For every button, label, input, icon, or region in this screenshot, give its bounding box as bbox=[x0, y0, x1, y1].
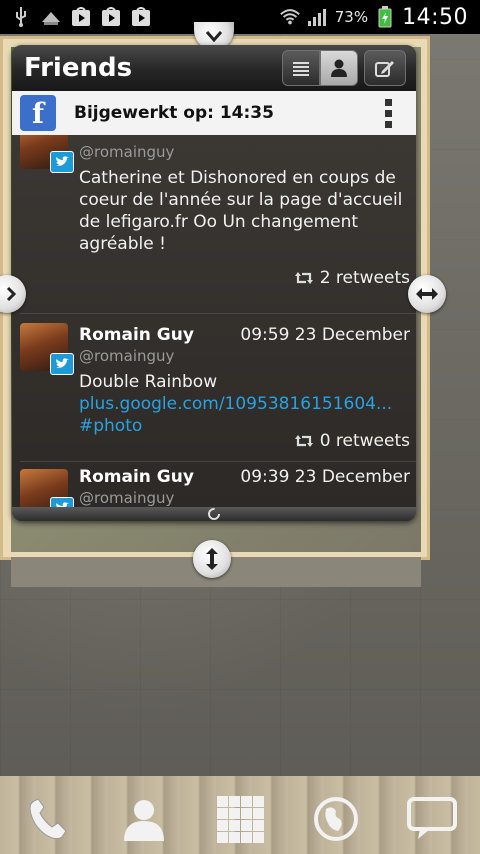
list-view-button[interactable] bbox=[282, 50, 320, 86]
friends-widget[interactable]: Friends f Bijgewerkt op: 14:35 @romaingu… bbox=[12, 45, 416, 521]
retweet-count: 0 retweets bbox=[294, 431, 410, 451]
dock-phone[interactable] bbox=[20, 791, 76, 847]
twitter-badge-icon bbox=[50, 353, 74, 375]
widget-subheader: f Bijgewerkt op: 14:35 bbox=[12, 91, 416, 135]
chevron-down-icon bbox=[205, 31, 223, 43]
dock-contacts[interactable] bbox=[116, 791, 172, 847]
refresh-icon[interactable] bbox=[207, 507, 221, 521]
retweet-icon bbox=[294, 272, 313, 284]
tweet-item[interactable]: Romain Guy 09:39 23 December @romainguy bbox=[12, 463, 416, 507]
compose-icon bbox=[375, 61, 394, 77]
resize-handle-right[interactable] bbox=[408, 275, 446, 313]
usb-icon bbox=[10, 7, 32, 27]
dock-browser[interactable] bbox=[308, 791, 364, 847]
browser-icon bbox=[314, 797, 358, 841]
retweet-label: 0 retweets bbox=[319, 431, 410, 451]
tweet-author-name: Romain Guy bbox=[79, 467, 194, 487]
person-icon bbox=[331, 59, 347, 77]
tweet-item[interactable]: Romain Guy 09:59 23 December @romainguy … bbox=[12, 317, 416, 463]
retweet-icon bbox=[294, 435, 313, 447]
tweet-timestamp: 09:39 23 December bbox=[240, 467, 410, 487]
widget-footer bbox=[12, 507, 416, 521]
app-dock bbox=[0, 784, 480, 854]
play-store-icon bbox=[100, 7, 122, 27]
arrow-left-right-icon bbox=[416, 288, 438, 300]
tweet-text: Double Rainbow plus.google.com/109538161… bbox=[79, 371, 409, 437]
tweet-link[interactable]: plus.google.com/10953816151604... #photo bbox=[79, 394, 392, 436]
list-icon bbox=[293, 62, 309, 76]
compose-button[interactable] bbox=[364, 50, 406, 86]
tweet-feed[interactable]: @romainguy Catherine et Dishonored en co… bbox=[12, 135, 416, 507]
dock-apps[interactable] bbox=[212, 791, 268, 847]
arrow-up-down-icon bbox=[206, 548, 218, 570]
wifi-icon bbox=[279, 7, 301, 27]
twitter-badge-icon bbox=[50, 151, 74, 173]
apps-grid-icon bbox=[217, 796, 264, 843]
tweet-handle: @romainguy bbox=[79, 347, 175, 365]
tweet-handle: @romainguy bbox=[79, 143, 175, 161]
battery-percentage: 73% bbox=[334, 8, 369, 26]
phone-icon bbox=[29, 798, 67, 840]
messaging-icon bbox=[407, 797, 457, 839]
play-store-icon bbox=[70, 7, 92, 27]
upload-icon bbox=[40, 7, 62, 27]
status-clock: 14:50 bbox=[402, 4, 468, 30]
tweet-handle: @romainguy bbox=[79, 489, 175, 507]
contacts-icon bbox=[124, 800, 164, 841]
retweet-count: 2 retweets bbox=[294, 268, 410, 288]
divider bbox=[20, 313, 416, 314]
widget-title: Friends bbox=[24, 53, 133, 83]
twitter-badge-icon bbox=[50, 497, 74, 507]
tweet-text: Catherine et Dishonored en coups de coeu… bbox=[79, 168, 403, 254]
arrow-left-right-icon bbox=[6, 286, 16, 302]
widget-header: Friends bbox=[12, 45, 416, 91]
updated-label: Bijgewerkt op: 14:35 bbox=[74, 103, 274, 123]
retweet-label: 2 retweets bbox=[319, 268, 410, 288]
play-store-icon bbox=[130, 7, 152, 27]
overflow-menu-button[interactable] bbox=[385, 98, 392, 128]
signal-icon bbox=[307, 7, 329, 27]
divider bbox=[20, 461, 416, 462]
tweet-timestamp: 09:59 23 December bbox=[240, 325, 410, 345]
facebook-logo-icon: f bbox=[20, 95, 56, 131]
status-bar: 73% 14:50 bbox=[0, 0, 480, 34]
tweet-text-plain: Double Rainbow bbox=[79, 372, 218, 392]
tweet-item[interactable]: @romainguy Catherine et Dishonored en co… bbox=[12, 135, 416, 315]
profile-view-button[interactable] bbox=[320, 50, 358, 86]
battery-icon bbox=[374, 6, 396, 28]
dock-messaging[interactable] bbox=[404, 791, 460, 847]
tweet-author-name: Romain Guy bbox=[79, 325, 194, 345]
resize-handle-bottom[interactable] bbox=[193, 540, 231, 578]
